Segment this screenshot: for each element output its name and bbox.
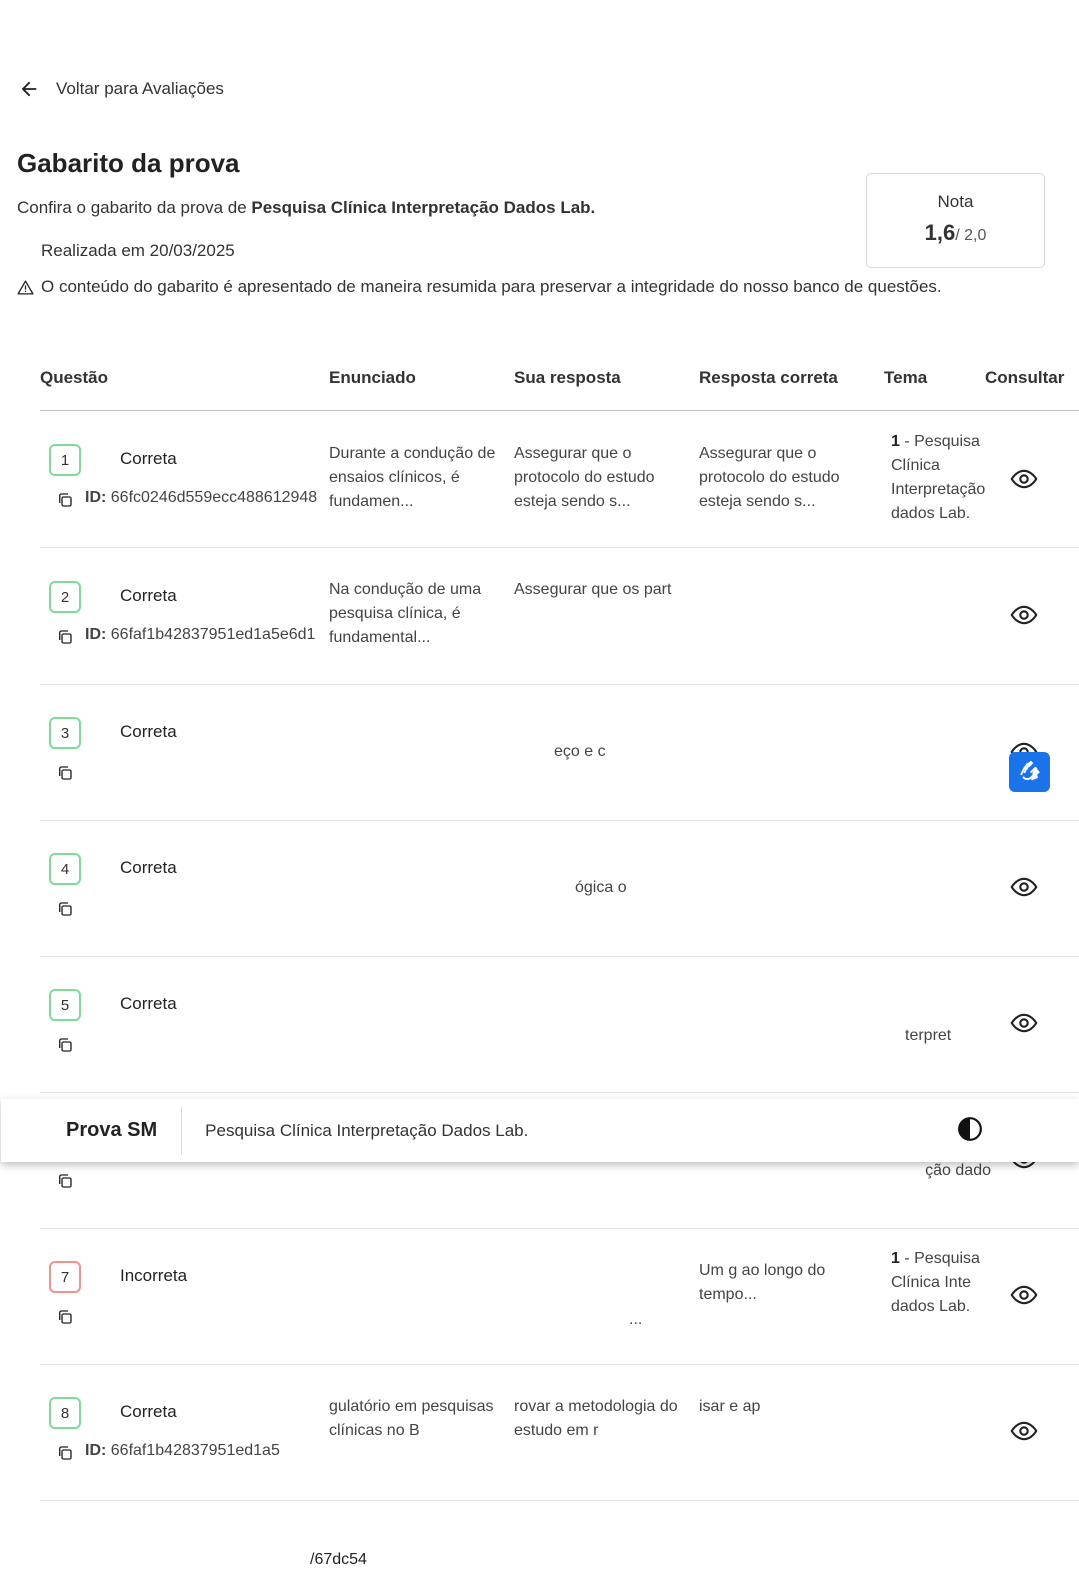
your-answer-cell: rovar a metodologia do estudo em r	[514, 1398, 678, 1439]
question-id: ID: 66fc0246d559ecc488612948	[85, 489, 317, 507]
question-number-badge: 3	[49, 717, 81, 749]
eye-icon[interactable]	[1010, 465, 1038, 493]
column-header-resposta-correta: Resposta correta	[699, 368, 838, 387]
subtitle-prefix: Confira o gabarito da prova de	[17, 198, 252, 217]
back-to-evaluations-link[interactable]: Voltar para Avaliações	[18, 78, 224, 100]
column-header-sua-resposta: Sua resposta	[514, 368, 621, 387]
answer-status: Correta	[120, 1402, 177, 1421]
topic-number: 1	[891, 433, 900, 450]
enunciado-cell: Durante a condução de ensaios clínicos, …	[329, 445, 496, 510]
exam-date: Realizada em 20/03/2025	[41, 241, 235, 260]
topic-text: - Pesquisa Clínica Interpretação dados L…	[891, 433, 986, 522]
score-max: / 2,0	[955, 227, 987, 244]
page-url-fragment: /67dc54	[310, 1551, 367, 1568]
question-id-value: 66faf1b42837951ed1a5	[110, 1442, 280, 1459]
correct-answer-cell: isar e ap	[699, 1398, 761, 1415]
copy-icon[interactable]	[56, 628, 74, 646]
question-number-badge: 8	[49, 1397, 81, 1429]
correct-answer-cell: Assegurar que o protocolo do estudo este…	[699, 445, 840, 510]
arrow-left-icon	[21, 81, 37, 97]
topic-cell: 1 - Pesquisa Clínica Inte dados Lab.	[891, 1247, 981, 1319]
enunciado-cell: Na condução de uma pesquisa clínica, é f…	[329, 581, 482, 646]
question-id: ID: 66faf1b42837951ed1a5e6d1	[85, 626, 315, 644]
question-id-label: ID:	[85, 489, 107, 506]
topic-number: 1	[891, 1250, 900, 1267]
score-card: Nota 1,6/ 2,0	[866, 173, 1045, 268]
eye-icon[interactable]	[1010, 1417, 1038, 1445]
eye-icon[interactable]	[1010, 1009, 1038, 1037]
question-id-value: 66fc0246d559ecc488612948	[110, 489, 318, 506]
table-row: 3 Correta eço e c	[40, 684, 1079, 821]
answer-status: Correta	[120, 994, 177, 1013]
answer-status: Correta	[120, 722, 177, 741]
enunciado-cell: gulatório em pesquisas clínicas no B	[329, 1398, 494, 1439]
copy-icon[interactable]	[56, 764, 74, 782]
copy-icon[interactable]	[56, 1172, 74, 1190]
exam-info-bar: Prova SM Pesquisa Clínica Interpretação …	[1, 1099, 1079, 1162]
accessibility-button[interactable]	[1009, 752, 1050, 792]
copy-icon[interactable]	[56, 491, 74, 509]
topic-cell: terpret	[905, 1027, 952, 1044]
question-number-badge: 4	[49, 853, 81, 885]
table-row: 4 Correta ógica o	[40, 820, 1079, 957]
brand-name: Prova SM	[66, 1119, 158, 1141]
your-answer-cell: ...	[629, 1311, 643, 1328]
topic-text: - Pesquisa Clínica Inte dados Lab.	[891, 1250, 980, 1315]
exam-name: Pesquisa Clínica Interpretação Dados Lab…	[251, 198, 596, 217]
question-id: ID: 66faf1b42837951ed1a5	[85, 1442, 280, 1460]
question-number-badge: 1	[49, 444, 81, 476]
table-row: 8 Correta ID: 66faf1b42837951ed1a5 gulat…	[40, 1364, 1079, 1501]
bar-divider	[181, 1106, 183, 1155]
column-header-tema: Tema	[884, 368, 928, 387]
question-number-badge: 7	[49, 1261, 81, 1293]
your-answer-cell: eço e c	[554, 743, 606, 760]
question-number-badge: 5	[49, 989, 81, 1021]
page-subtitle: Confira o gabarito da prova de Pesquisa …	[17, 198, 595, 218]
answer-status: Correta	[120, 586, 177, 605]
eye-icon[interactable]	[1010, 601, 1038, 629]
question-id-value: 66faf1b42837951ed1a5e6d1	[110, 626, 316, 643]
column-header-questao: Questão	[40, 368, 109, 387]
copy-icon[interactable]	[56, 1308, 74, 1326]
answer-status: Correta	[120, 449, 177, 468]
table-row: 7 Incorreta ... Um g ao longo do tempo..…	[40, 1228, 1079, 1365]
eye-icon[interactable]	[1010, 873, 1038, 901]
your-answer-cell: ógica o	[575, 879, 627, 896]
answer-status: Incorreta	[120, 1266, 188, 1285]
score-obtained: 1,6	[924, 220, 956, 245]
table-row: 2 Correta ID: 66faf1b42837951ed1a5e6d1 N…	[40, 548, 1079, 685]
score-value: 1,6/ 2,0	[867, 220, 1044, 246]
table-row: 5 Correta terpret	[40, 956, 1079, 1093]
question-number-badge: 2	[49, 581, 81, 613]
table-row: 1 Correta ID: 66fc0246d559ecc488612948 D…	[40, 411, 1079, 548]
integrity-warning: O conteúdo do gabarito é apresentado de …	[17, 277, 942, 297]
warning-triangle-icon	[17, 279, 34, 295]
your-answer-cell: Assegurar que os part	[514, 581, 672, 598]
answer-status: Correta	[120, 858, 177, 877]
contrast-icon[interactable]	[957, 1116, 983, 1142]
bar-exam-title: Pesquisa Clínica Interpretação Dados Lab…	[205, 1120, 529, 1140]
column-header-enunciado: Enunciado	[329, 368, 416, 387]
warning-text: O conteúdo do gabarito é apresentado de …	[41, 277, 942, 296]
sign-language-hands-icon	[1019, 760, 1040, 781]
copy-icon[interactable]	[56, 900, 74, 918]
score-label: Nota	[937, 192, 974, 211]
correct-answer-cell: Um g ao longo do tempo...	[699, 1262, 826, 1303]
question-id-label: ID:	[85, 626, 107, 643]
copy-icon[interactable]	[56, 1036, 74, 1054]
page-title: Gabarito da prova	[17, 148, 240, 178]
eye-icon[interactable]	[1010, 1281, 1038, 1309]
topic-cell: 1 - Pesquisa Clínica Interpretação dados…	[891, 430, 991, 526]
column-header-consultar: Consultar	[985, 368, 1065, 387]
topic-cell: ção dado	[925, 1162, 991, 1179]
your-answer-cell: Assegurar que o protocolo do estudo este…	[514, 445, 655, 510]
back-link-label: Voltar para Avaliações	[56, 79, 224, 98]
question-id-label: ID:	[85, 1442, 107, 1459]
copy-icon[interactable]	[56, 1444, 74, 1462]
